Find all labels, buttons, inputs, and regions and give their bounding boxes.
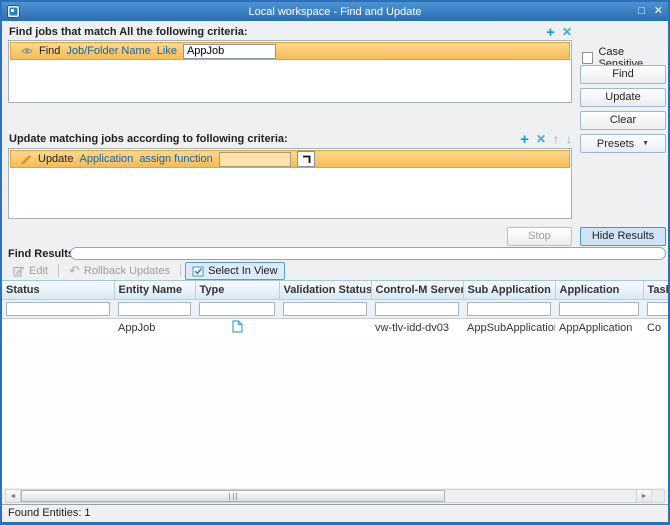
- add-find-criteria-icon[interactable]: +: [546, 27, 555, 38]
- find-criteria-heading: Find jobs that match All the following c…: [9, 26, 248, 38]
- presets-label: Presets: [597, 138, 634, 150]
- function-menu-icon: [300, 153, 312, 165]
- select-in-view-button[interactable]: Select In View: [185, 262, 285, 280]
- cell-task: Co: [643, 318, 670, 338]
- cell-type: [195, 318, 279, 338]
- app-icon: [7, 5, 20, 18]
- cell-validation-status: [279, 318, 371, 338]
- window-title: Local workspace - Find and Update: [2, 6, 668, 18]
- find-value-input[interactable]: [183, 44, 276, 59]
- titlebar[interactable]: Local workspace - Find and Update □ ✕: [2, 2, 668, 21]
- column-header-task[interactable]: Task: [643, 281, 670, 299]
- cell-control-m-server: vw-tlv-idd-dv03: [371, 318, 463, 338]
- column-header-type[interactable]: Type: [195, 281, 279, 299]
- column-header-sub-application[interactable]: Sub Application: [463, 281, 555, 299]
- cell-entity-name: AppJob: [114, 318, 195, 338]
- pencil-icon: [21, 154, 32, 165]
- remove-update-criteria-icon[interactable]: ✕: [536, 134, 546, 145]
- scrollbar-track[interactable]: [21, 490, 636, 502]
- cell-status: [2, 318, 114, 338]
- filter-input-control-m-server[interactable]: [375, 302, 459, 316]
- find-and-update-window: Local workspace - Find and Update □ ✕ Fi…: [0, 0, 670, 525]
- find-criteria-row[interactable]: Find Job/Folder Name Like: [10, 42, 570, 60]
- edit-button[interactable]: Edit: [7, 262, 54, 280]
- toolbar-separator: [180, 264, 181, 277]
- find-row-operator-label[interactable]: Like: [157, 45, 177, 57]
- edit-icon: [13, 265, 25, 277]
- scrollbar-grip-icon: [229, 493, 237, 500]
- move-up-icon[interactable]: ↑: [553, 134, 559, 145]
- presets-caret-icon: ▼: [642, 140, 649, 147]
- rollback-updates-button[interactable]: ↶ Rollback Updates: [63, 262, 176, 280]
- edit-label: Edit: [29, 265, 48, 277]
- scrollbar-corner: [651, 489, 665, 503]
- clear-button[interactable]: Clear: [580, 111, 666, 130]
- scrollbar-thumb[interactable]: [21, 490, 445, 502]
- move-down-icon[interactable]: ↓: [566, 134, 572, 145]
- filter-input-type[interactable]: [199, 302, 275, 316]
- filter-input-sub-application[interactable]: [467, 302, 551, 316]
- column-header-entity-name[interactable]: Entity Name: [114, 281, 195, 299]
- find-results-progressbar: [70, 247, 666, 260]
- find-row-field-label[interactable]: Job/Folder Name: [66, 45, 150, 57]
- toolbar-separator: [58, 264, 59, 277]
- column-header-application[interactable]: Application: [555, 281, 643, 299]
- cell-sub-application: AppSubApplication: [463, 318, 555, 338]
- eye-icon: [21, 46, 33, 56]
- found-entities-text: Found Entities: 1: [8, 507, 91, 519]
- hide-results-button[interactable]: Hide Results: [580, 227, 666, 246]
- rollback-label: Rollback Updates: [84, 265, 170, 277]
- update-row-field-label[interactable]: Application: [79, 153, 133, 165]
- filter-input-entity-name[interactable]: [118, 302, 191, 316]
- remove-find-criteria-icon[interactable]: ✕: [562, 27, 572, 38]
- horizontal-scrollbar[interactable]: ◄ ►: [5, 489, 652, 503]
- maximize-button[interactable]: □: [638, 5, 645, 18]
- find-criteria-box: Find Job/Folder Name Like: [8, 40, 572, 103]
- scroll-right-arrow[interactable]: ►: [636, 490, 651, 502]
- rollback-icon: ↶: [69, 265, 80, 276]
- update-criteria-box: Update Application assign function: [8, 148, 572, 219]
- update-row-action-label: Update: [38, 153, 73, 165]
- find-results-label: Find Results: [8, 248, 74, 260]
- close-button[interactable]: ✕: [654, 5, 663, 18]
- filter-input-status[interactable]: [6, 302, 110, 316]
- find-button[interactable]: Find: [580, 65, 666, 84]
- column-header-validation-status[interactable]: Validation Status: [279, 281, 371, 299]
- column-header-status[interactable]: Status: [2, 281, 114, 299]
- find-row-action-label: Find: [39, 45, 60, 57]
- status-bar: Found Entities: 1: [2, 504, 668, 522]
- filter-input-application[interactable]: [559, 302, 639, 316]
- case-sensitive-checkbox[interactable]: [582, 52, 593, 64]
- results-toolbar: Edit ↶ Rollback Updates Select In View: [2, 261, 668, 280]
- column-header-control-m-server[interactable]: Control-M Server: [371, 281, 463, 299]
- cell-application: AppApplication: [555, 318, 643, 338]
- update-criteria-row[interactable]: Update Application assign function: [10, 150, 570, 168]
- filter-input-task[interactable]: [647, 302, 670, 316]
- select-in-view-icon: [192, 265, 204, 277]
- job-file-icon: [232, 320, 243, 333]
- update-row-operator-label[interactable]: assign function: [139, 153, 212, 165]
- update-value-input[interactable]: [219, 152, 291, 167]
- function-menu-button[interactable]: [297, 151, 315, 167]
- presets-button[interactable]: Presets ▼: [580, 134, 666, 153]
- result-row[interactable]: AppJob vw-tlv-idd-dv03 AppSubApplication…: [2, 318, 670, 338]
- scroll-left-arrow[interactable]: ◄: [6, 490, 21, 502]
- filter-input-validation-status[interactable]: [283, 302, 367, 316]
- stop-button[interactable]: Stop: [507, 227, 572, 246]
- add-update-criteria-icon[interactable]: +: [520, 134, 529, 145]
- update-criteria-heading: Update matching jobs according to follow…: [9, 133, 288, 145]
- update-button[interactable]: Update: [580, 88, 666, 107]
- results-table: Status Entity Name Type Validation Statu…: [2, 280, 670, 488]
- select-in-view-label: Select In View: [208, 265, 278, 277]
